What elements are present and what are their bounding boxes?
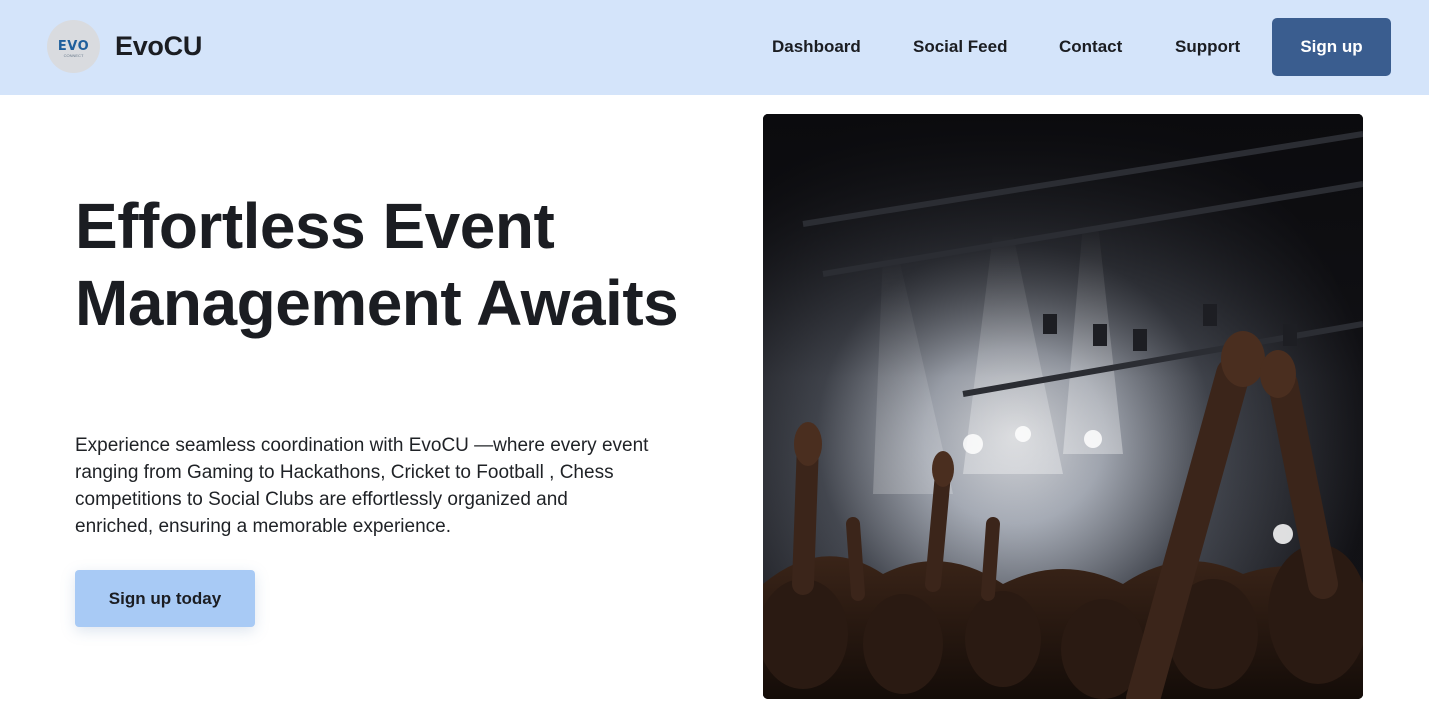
signup-button[interactable]: Sign up bbox=[1272, 18, 1391, 76]
hero-description: Experience seamless coordination with Ev… bbox=[75, 435, 649, 537]
nav-link-social-feed[interactable]: Social Feed bbox=[913, 37, 1007, 57]
signup-today-button[interactable]: Sign up today bbox=[75, 570, 255, 627]
nav-link-support[interactable]: Support bbox=[1175, 37, 1240, 57]
navbar: EVO CONNECT EvoCU Dashboard Social Feed … bbox=[0, 0, 1429, 95]
brand-home-link[interactable]: EVO CONNECT EvoCU bbox=[47, 20, 202, 73]
brand-name: EvoCU bbox=[115, 31, 203, 61]
logo-subtext: CONNECT bbox=[63, 53, 84, 58]
concert-crowd-image bbox=[763, 114, 1363, 699]
logo-icon: EVO CONNECT bbox=[47, 20, 100, 73]
nav-link-dashboard[interactable]: Dashboard bbox=[772, 37, 861, 57]
logo-text: EVO bbox=[57, 39, 90, 54]
nav-link-contact[interactable]: Contact bbox=[1059, 37, 1122, 57]
hero-title: Effortless Event Management Awaits bbox=[75, 190, 679, 339]
